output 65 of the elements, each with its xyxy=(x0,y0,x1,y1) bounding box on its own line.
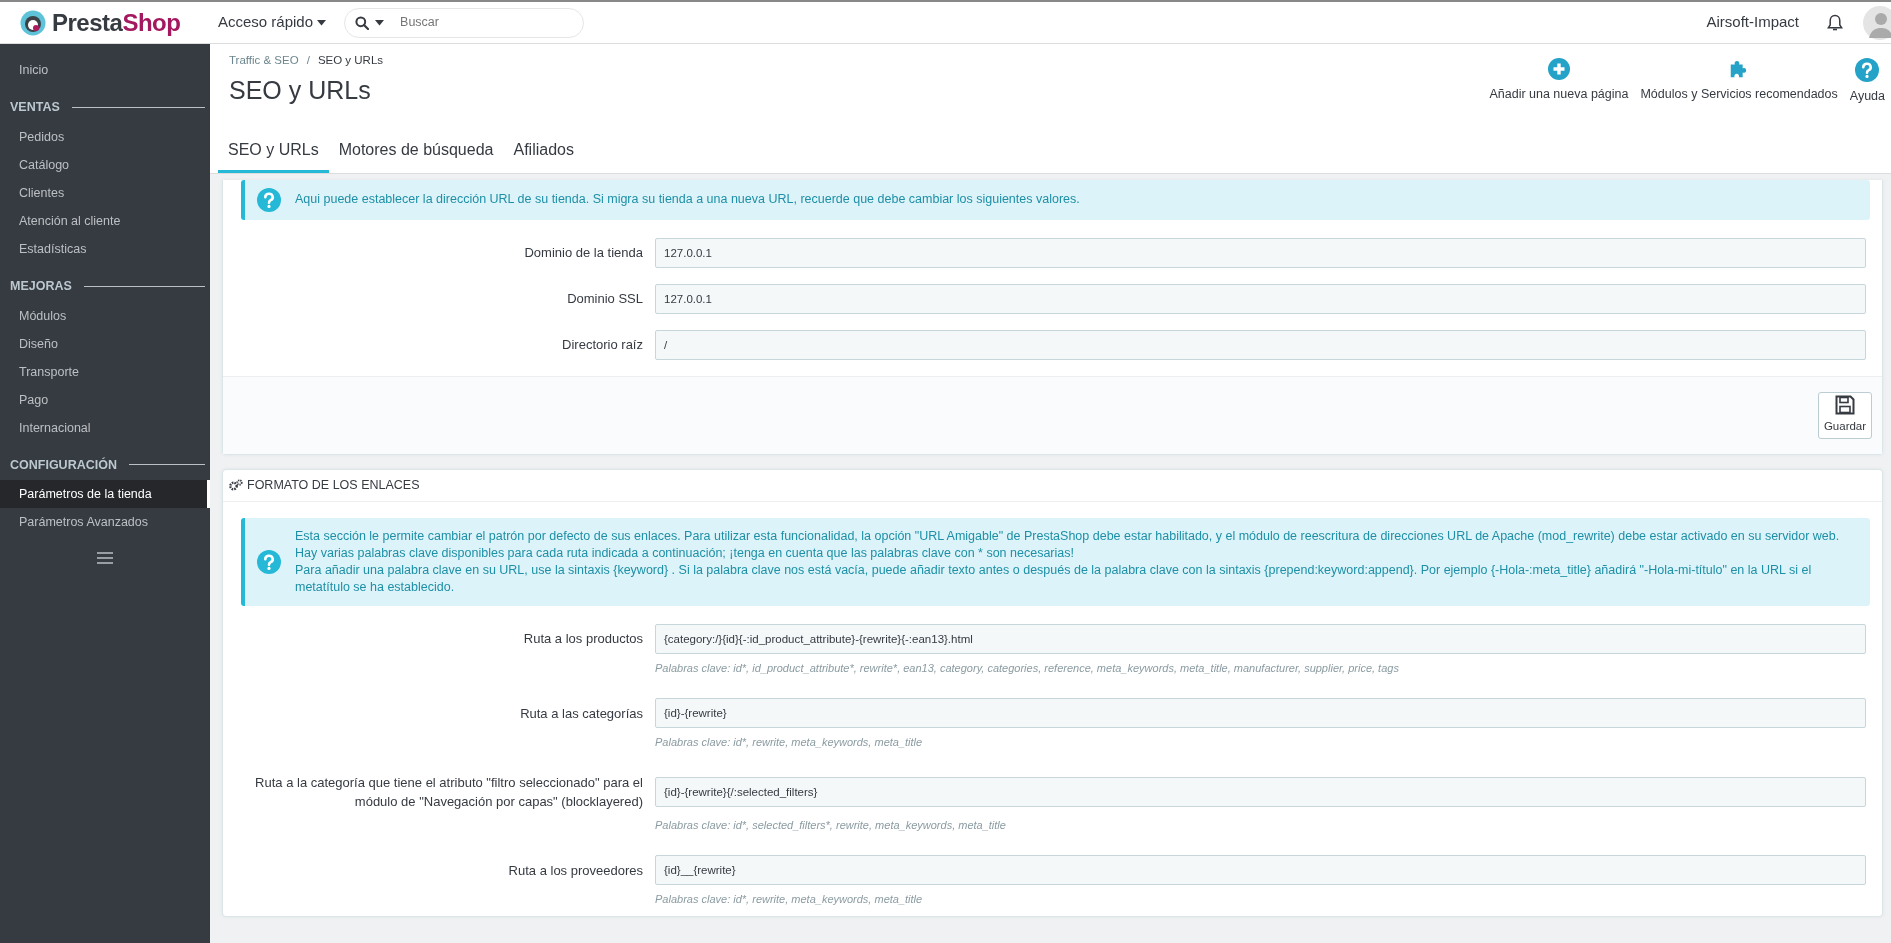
field-label: Dominio de la tienda xyxy=(523,244,643,263)
input-field[interactable]: {id}-{rewrite} xyxy=(655,698,1866,729)
tab[interactable]: SEO y URLs xyxy=(218,131,329,173)
tab[interactable]: Afiliados xyxy=(503,131,584,173)
page-title: SEO y URLs xyxy=(228,75,372,106)
info-text: Aqui puede establecer la dirección URL de su tienda. Si migra su tienda a una nueva URL, recuerde que debe cambiar los siguientes valores. xyxy=(295,191,1080,209)
field-label: Ruta a los productos xyxy=(522,630,643,649)
info-text: Esta sección le permite cambiar el patrón por defecto de sus enlaces. Para utilizar esta funcionalidad, la opción "URL Amigable" de PrestaShop debe estar habilitado, y el módulo de reescritura de direcciones URL de Apache (mod_rewrite) debe estar activado en su servidor web. xyxy=(295,527,1841,545)
field-label: Ruta a la categoría que tiene el atributo "filtro seleccionado" para el módulo de "Navegación por capas" (blocklayered) xyxy=(254,773,643,811)
sidebar-item[interactable]: Atención al cliente xyxy=(0,206,210,235)
input-field[interactable]: {category:/}{id}{-:id_product_attribute}-{rewrite}{-:ean13}.html xyxy=(655,623,1866,654)
sidebar-item[interactable]: Parámetros Avanzados xyxy=(0,508,210,537)
input-field[interactable]: 127.0.0.1 xyxy=(655,237,1866,268)
input-field[interactable]: {id}-{rewrite}{/:selected_filters} xyxy=(655,776,1866,807)
field-label: Directorio raíz xyxy=(561,336,643,355)
sidebar-section-heading: MEJORAS xyxy=(10,277,72,295)
sidebar-item[interactable]: Clientes xyxy=(0,178,210,207)
tab[interactable]: Motores de búsqueda xyxy=(328,131,504,173)
sidebar-item[interactable]: Parámetros de la tienda xyxy=(0,480,210,509)
caret-icon xyxy=(317,19,327,26)
quick-access-dropdown[interactable]: Acceso rápido xyxy=(212,11,333,34)
input-field[interactable]: / xyxy=(655,329,1866,360)
sidebar-section-heading: VENTAS xyxy=(10,99,60,116)
sidebar-section-heading: CONFIGURACIÓN xyxy=(10,456,117,474)
sidebar-item[interactable]: Pedidos xyxy=(0,122,210,151)
help-text: Palabras clave: id*, rewrite, meta_keywords, meta_title xyxy=(655,892,924,908)
plus-circle-icon xyxy=(1547,58,1570,80)
breadcrumb-current: SEO y URLs xyxy=(317,53,384,68)
avatar-icon xyxy=(1863,5,1891,40)
logo-text: PrestaShop xyxy=(52,7,181,38)
info-text: Hay varias palabras clave disponibles para cada ruta indicada a continuación; ¡tenga en cuenta que las palabras clave con * son necesarias! xyxy=(295,544,1075,562)
search-icon xyxy=(355,15,370,30)
save-button[interactable]: Guardar xyxy=(1818,391,1872,439)
sidebar-item[interactable]: Módulos xyxy=(0,301,210,330)
menu-icon xyxy=(97,552,113,565)
help-text: Palabras clave: id*, id_product_attribute*, rewrite*, ean13, category, categories, reference, meta_keywords, meta_title, manufacturer, supplier, price, tags xyxy=(655,660,1400,676)
sidebar-item[interactable]: Estadísticas xyxy=(0,234,210,263)
bell-icon xyxy=(1827,13,1843,32)
sidebar-item[interactable]: Inicio xyxy=(0,56,210,84)
help-icon xyxy=(1855,58,1880,82)
help-text: Palabras clave: id*, selected_filters*, rewrite, meta_keywords, meta_title xyxy=(655,817,1007,833)
input-field[interactable]: {id}__{rewrite} xyxy=(655,855,1866,886)
sidebar-item[interactable]: Pago xyxy=(0,385,210,414)
info-text: Para añadir una palabra clave en su URL, use la sintaxis {keyword} . Si la palabra clave nos está vacía, puede añadir texto antes o después de la palabra clave con la sintaxis {prepend:keyword:append}. Por ejemplo {-Hola-:meta_title} añadirá "-Hola-mi-título" en la URL si el metatítulo se ha establecido. xyxy=(295,561,1813,596)
help-icon xyxy=(257,549,281,574)
breadcrumb-separator: / xyxy=(306,53,310,68)
sidebar-item[interactable]: Transporte xyxy=(0,357,210,386)
toolbar-button[interactable]: Ayuda xyxy=(1843,58,1891,106)
caret-icon xyxy=(375,19,385,26)
sidebar-item[interactable]: Internacional xyxy=(0,413,210,442)
shop-name: Airsoft-Impact xyxy=(1706,12,1799,33)
help-icon xyxy=(257,187,281,212)
panel-heading: FORMATO DE LOS ENLACES xyxy=(247,476,420,494)
logo-icon xyxy=(20,9,46,36)
sidebar-item[interactable]: Catálogo xyxy=(0,150,210,179)
gears-icon xyxy=(229,479,243,492)
input-field[interactable]: 127.0.0.1 xyxy=(655,283,1866,314)
toolbar-button[interactable]: Añadir una nueva página xyxy=(1483,58,1635,104)
field-label: Ruta a los proveedores xyxy=(507,861,643,880)
help-text: Palabras clave: id*, rewrite, meta_keywords, meta_title xyxy=(655,735,924,751)
breadcrumb-link[interactable]: Traffic & SEO xyxy=(229,52,299,70)
field-label: Ruta a las categorías xyxy=(519,704,643,723)
sidebar-item[interactable]: Diseño xyxy=(0,329,210,358)
field-label: Dominio SSL xyxy=(566,290,643,309)
toolbar-button[interactable]: Módulos y Servicios recomendados xyxy=(1634,58,1844,104)
